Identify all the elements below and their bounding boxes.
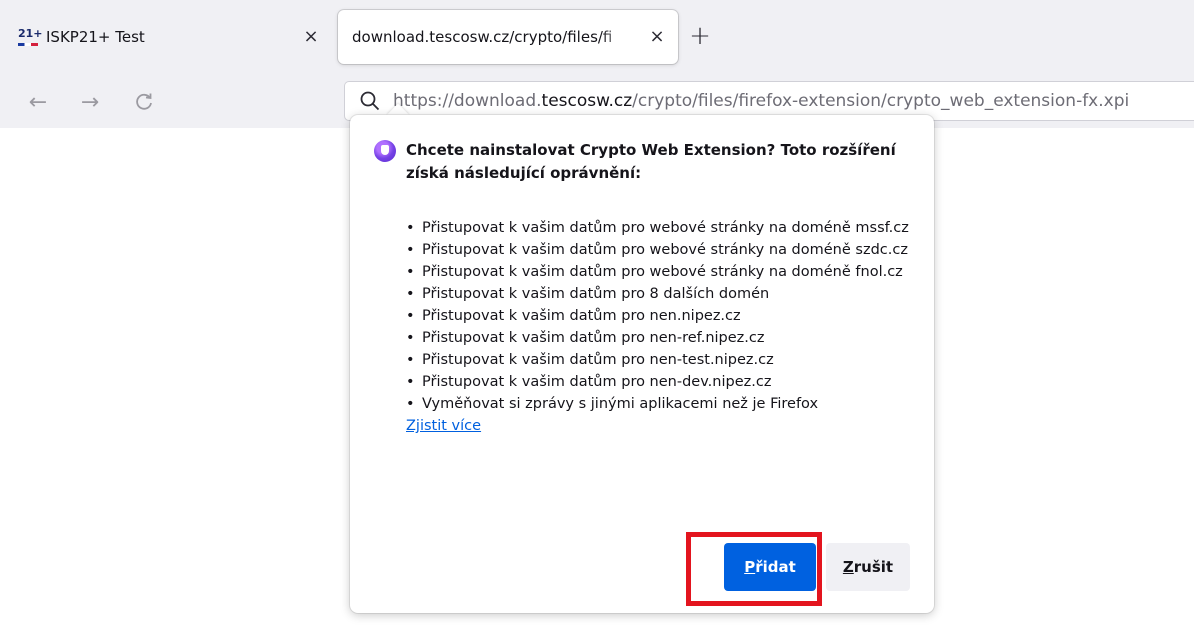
addon-install-icon — [374, 140, 396, 162]
flag-stripe — [18, 43, 38, 46]
cancel-button[interactable]: Zrušit — [826, 543, 910, 591]
tab-title: ISKP21+ Test — [46, 28, 145, 46]
tab-title: download.tescosw.cz/crypto/files/fi — [352, 28, 613, 46]
reload-icon-glyph — [136, 93, 152, 110]
url-text[interactable]: https://download.tescosw.cz/crypto/files… — [393, 91, 1129, 111]
dialog-message: Chcete nainstalovat Crypto Web Extension… — [406, 141, 896, 182]
url-domain: tescosw.cz — [541, 91, 633, 111]
permission-item: Přistupovat k vašim datům pro nen.nipez.… — [406, 305, 910, 327]
tab-strip: 21+ ISKP21+ Test × download.tescosw.cz/c… — [0, 0, 1194, 84]
cancel-label-rest: rušit — [853, 558, 894, 576]
search-icon — [359, 90, 381, 112]
forward-arrow-icon[interactable]: → — [74, 86, 106, 118]
learn-more-link[interactable]: Zjistit více — [406, 415, 910, 437]
highlight-annotation — [686, 532, 822, 606]
permission-item: Přistupovat k vašim datům pro webové str… — [406, 217, 910, 239]
cancel-accesskey: Z — [842, 558, 854, 576]
permission-item: Přistupovat k vašim datům pro webové str… — [406, 239, 910, 261]
permission-item: Přistupovat k vašim datům pro nen-dev.ni… — [406, 371, 910, 393]
permission-item: Přistupovat k vašim datům pro webové str… — [406, 261, 910, 283]
permission-item: Přistupovat k vašim datům pro nen-test.n… — [406, 349, 910, 371]
tab-download-active[interactable]: download.tescosw.cz/crypto/files/fi × — [338, 10, 678, 64]
reload-icon[interactable] — [128, 86, 160, 118]
url-path: /crypto/files/firefox-extension/crypto_w… — [632, 91, 1130, 111]
back-arrow-icon[interactable]: ← — [22, 86, 54, 118]
permission-item: Vyměňovat si zprávy s jinými aplikacemi … — [406, 393, 910, 415]
permission-item: Přistupovat k vašim datům pro nen-ref.ni… — [406, 327, 910, 349]
permission-item: Přistupovat k vašim datům pro 8 dalších … — [406, 283, 910, 305]
iskp-favicon-icon: 21+ — [18, 27, 43, 47]
permission-list: Přistupovat k vašim datům pro webové str… — [374, 217, 910, 415]
addon-install-dialog: Chcete nainstalovat Crypto Web Extension… — [350, 115, 934, 613]
url-prefix: https://download. — [393, 91, 542, 111]
favicon-text: 21+ — [18, 27, 43, 40]
dialog-header: Chcete nainstalovat Crypto Web Extension… — [374, 139, 910, 185]
tab-iskp21[interactable]: 21+ ISKP21+ Test × — [6, 10, 332, 64]
close-tab-icon[interactable]: × — [300, 25, 322, 47]
new-tab-button[interactable]: + — [684, 20, 716, 52]
close-tab-icon[interactable]: × — [646, 25, 668, 47]
